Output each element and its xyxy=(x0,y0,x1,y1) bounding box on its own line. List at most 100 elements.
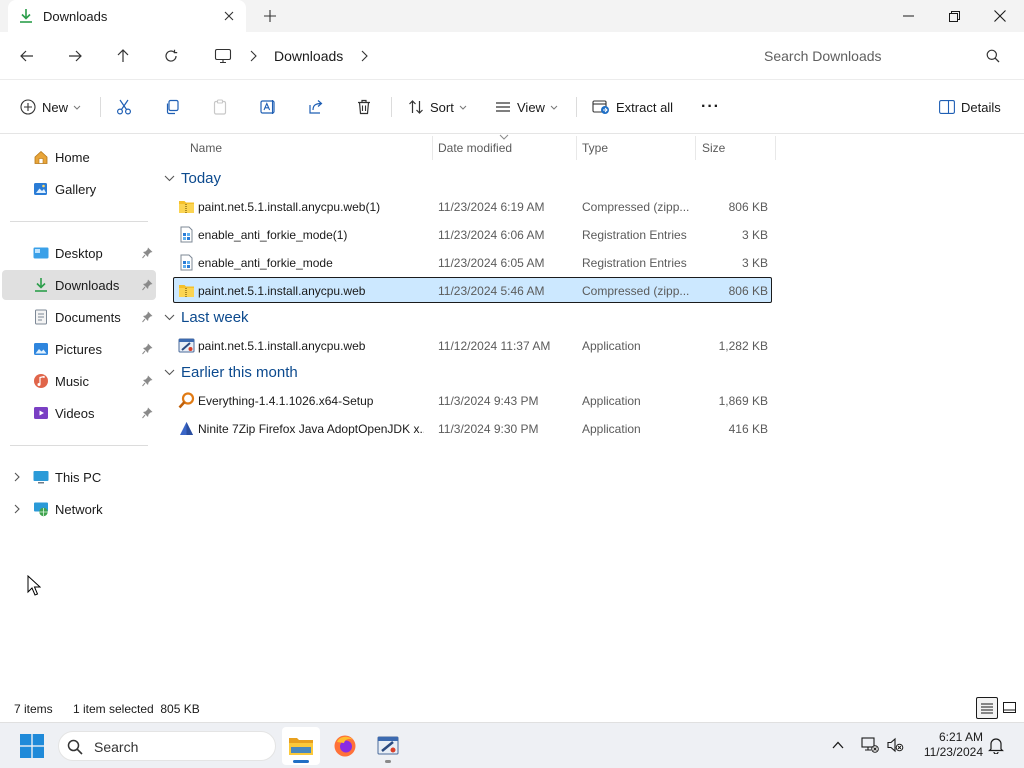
system-clock[interactable]: 6:21 AM 11/23/2024 xyxy=(913,730,983,760)
pin-icon[interactable] xyxy=(142,407,153,419)
file-type: Registration Entries xyxy=(582,256,687,270)
installer-app-icon xyxy=(178,338,195,353)
taskbar-file-explorer[interactable] xyxy=(282,727,320,765)
sidebar-item-label: This PC xyxy=(55,470,102,485)
file-size: 416 KB xyxy=(728,422,768,436)
this-pc-icon[interactable] xyxy=(214,48,232,64)
column-header-type[interactable]: Type xyxy=(582,134,696,162)
extract-all-button[interactable]: Extract all xyxy=(592,95,673,119)
home-icon xyxy=(34,150,48,164)
new-button[interactable]: New xyxy=(20,95,81,119)
windows-start-icon[interactable] xyxy=(20,734,44,758)
sidebar-item-videos[interactable]: Videos xyxy=(2,398,156,428)
close-tab-button[interactable] xyxy=(220,7,238,25)
details-view-icon xyxy=(981,703,993,714)
file-name: paint.net.5.1.install.anycpu.web xyxy=(198,284,366,298)
network-status-button[interactable] xyxy=(860,735,880,755)
new-tab-button[interactable] xyxy=(260,7,280,25)
column-resize-handle[interactable] xyxy=(775,136,776,160)
view-button[interactable]: View xyxy=(495,95,558,119)
show-hidden-icons-button[interactable] xyxy=(828,735,848,755)
file-row[interactable]: paint.net.5.1.install.anycpu.web 11/12/2… xyxy=(173,332,772,358)
chevron-up-icon xyxy=(832,741,844,749)
sidebar-item-gallery[interactable]: Gallery xyxy=(2,174,156,204)
pin-icon[interactable] xyxy=(142,375,153,387)
chevron-down-icon xyxy=(164,369,175,375)
minimize-button[interactable] xyxy=(885,0,931,32)
delete-button[interactable] xyxy=(356,95,372,119)
sidebar-item-documents[interactable]: Documents xyxy=(2,302,156,332)
chevron-right-icon[interactable] xyxy=(12,471,22,483)
taskbar-paint-net-installer[interactable] xyxy=(369,727,407,765)
search-input[interactable]: Search Downloads xyxy=(748,40,1012,72)
pin-icon[interactable] xyxy=(142,247,153,259)
breadcrumb[interactable]: Downloads xyxy=(202,40,736,72)
column-header-name[interactable]: Name xyxy=(190,134,432,162)
sidebar-item-network[interactable]: Network xyxy=(2,494,156,524)
column-resize-handle[interactable] xyxy=(432,136,433,160)
rename-button[interactable] xyxy=(260,95,277,119)
chevron-right-icon[interactable] xyxy=(359,50,369,62)
notifications-button[interactable] xyxy=(986,735,1006,755)
sidebar-item-this-pc[interactable]: This PC xyxy=(2,462,156,492)
close-window-button[interactable] xyxy=(977,0,1023,32)
running-app-indicator xyxy=(385,760,391,763)
maximize-button[interactable] xyxy=(931,0,977,32)
file-size: 3 KB xyxy=(741,228,768,242)
volume-button[interactable] xyxy=(885,735,905,755)
column-header-date[interactable]: Date modified xyxy=(438,134,576,162)
share-button[interactable] xyxy=(308,95,324,119)
selection-info: 1 item selected 805 KB xyxy=(73,702,200,716)
sidebar-item-label: Documents xyxy=(55,310,121,325)
refresh-button[interactable] xyxy=(158,44,184,68)
sidebar-item-downloads[interactable]: Downloads xyxy=(2,270,156,300)
taskbar-search[interactable]: Search xyxy=(58,731,276,761)
group-label: Earlier this month xyxy=(181,363,298,381)
cut-button[interactable] xyxy=(116,95,132,119)
file-type: Application xyxy=(582,422,641,436)
file-name: paint.net.5.1.install.anycpu.web xyxy=(198,339,366,353)
details-view-button[interactable] xyxy=(976,697,998,719)
breadcrumb-downloads[interactable]: Downloads xyxy=(274,48,343,64)
file-date: 11/23/2024 6:19 AM xyxy=(438,200,545,214)
rename-icon xyxy=(260,100,275,114)
column-resize-handle[interactable] xyxy=(695,136,696,160)
paste-button[interactable] xyxy=(212,95,228,119)
chevron-right-icon[interactable] xyxy=(248,50,258,62)
column-resize-handle[interactable] xyxy=(576,136,577,160)
back-button[interactable] xyxy=(14,44,40,68)
close-icon xyxy=(224,11,234,21)
group-header-earlier-this-month[interactable]: Earlier this month xyxy=(164,360,298,384)
forward-button[interactable] xyxy=(62,44,88,68)
sidebar-item-desktop[interactable]: Desktop xyxy=(2,238,156,268)
column-header-size[interactable]: Size xyxy=(702,134,776,162)
clock-date: 11/23/2024 xyxy=(923,745,983,759)
tab-downloads[interactable]: Downloads xyxy=(8,0,246,32)
large-icons-view-button[interactable] xyxy=(998,697,1020,719)
sidebar-item-music[interactable]: Music xyxy=(2,366,156,396)
up-button[interactable] xyxy=(110,44,136,68)
group-header-today[interactable]: Today xyxy=(164,166,221,190)
pin-icon[interactable] xyxy=(142,343,153,355)
file-row[interactable]: Everything-1.4.1.1026.x64-Setup 11/3/202… xyxy=(173,387,772,413)
file-row[interactable]: enable_anti_forkie_mode(1) 11/23/2024 6:… xyxy=(173,221,772,247)
sort-button[interactable]: Sort xyxy=(408,95,467,119)
file-row[interactable]: Ninite 7Zip Firefox Java AdoptOpenJDK x.… xyxy=(173,415,772,441)
copy-button[interactable] xyxy=(164,95,180,119)
more-options-button[interactable]: ··· xyxy=(701,95,720,119)
file-row-selected[interactable]: paint.net.5.1.install.anycpu.web 11/23/2… xyxy=(173,277,772,303)
chevron-right-icon[interactable] xyxy=(12,503,22,515)
mouse-cursor-icon xyxy=(27,575,41,596)
pin-icon[interactable] xyxy=(142,279,153,291)
details-pane-button[interactable]: Details xyxy=(939,95,1001,119)
sidebar-item-pictures[interactable]: Pictures xyxy=(2,334,156,364)
bell-icon xyxy=(988,737,1004,754)
pin-icon[interactable] xyxy=(142,311,153,323)
chevron-down-icon xyxy=(73,105,81,110)
group-header-last-week[interactable]: Last week xyxy=(164,305,249,329)
taskbar-firefox[interactable] xyxy=(326,727,364,765)
file-row[interactable]: enable_anti_forkie_mode 11/23/2024 6:05 … xyxy=(173,249,772,275)
gallery-icon xyxy=(34,183,47,195)
file-row[interactable]: paint.net.5.1.install.anycpu.web(1) 11/2… xyxy=(173,193,772,219)
sidebar-item-home[interactable]: Home xyxy=(2,142,156,172)
